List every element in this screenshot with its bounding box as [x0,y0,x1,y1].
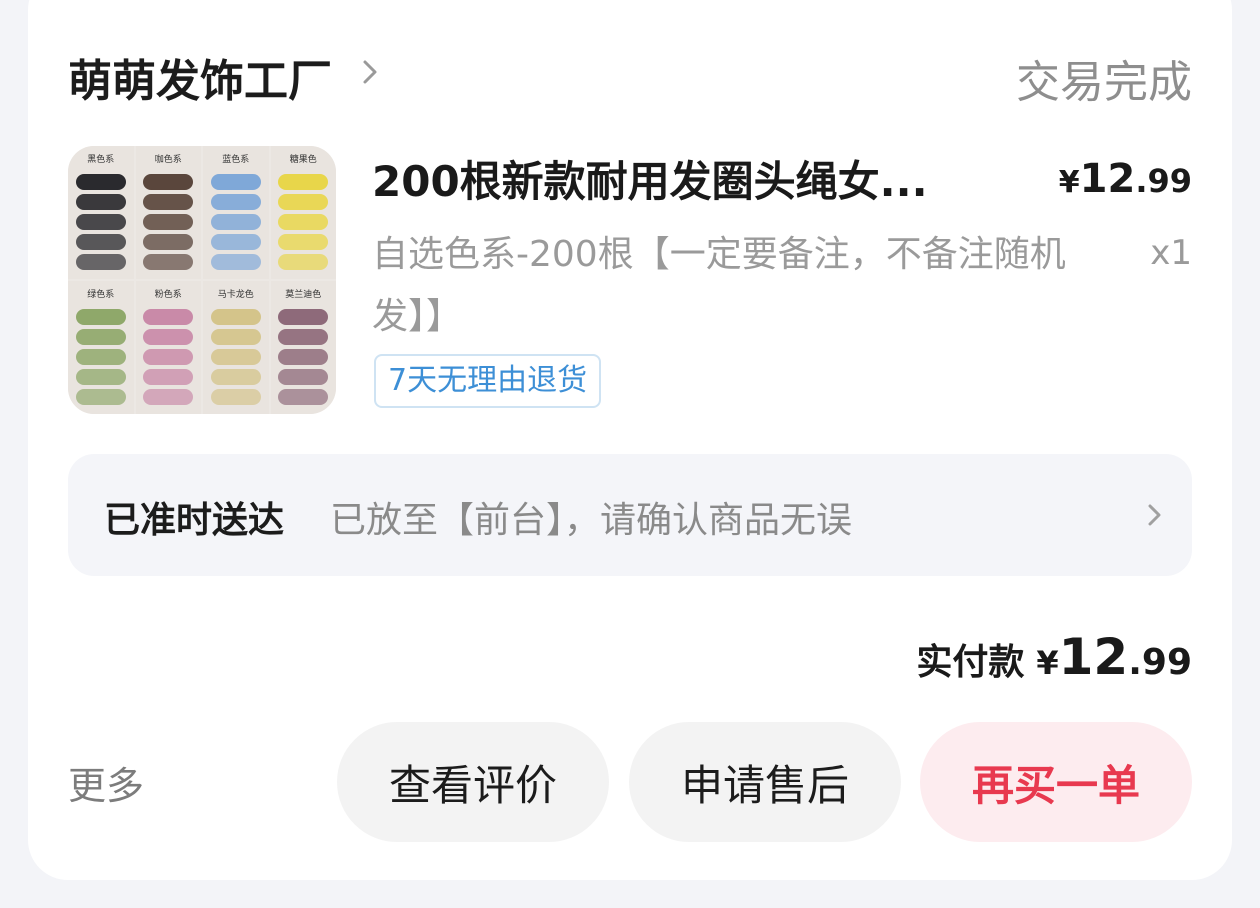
view-review-button[interactable]: 查看评价 [337,722,609,842]
hair-tie-band [278,254,329,270]
price-decimal: .99 [1135,162,1192,200]
hair-tie-band [210,369,261,385]
return-policy-tag: 7天无理由退货 [374,354,602,408]
hair-tie-band [75,174,126,190]
hair-tie-band [210,174,261,190]
rebuy-button[interactable]: 再买一单 [920,722,1192,842]
hair-tie-band [143,194,194,210]
price-currency: ¥ [1058,165,1080,200]
hair-tie-band [75,254,126,270]
order-status: 交易完成 [1016,57,1192,108]
delivery-label: 已准时送达 [104,500,285,541]
product-quantity: x1 [1150,233,1192,273]
total-integer: 12 [1058,628,1129,686]
hair-tie-band [278,329,329,345]
hair-tie-band [210,389,261,405]
thumbnail-swatch-label: 粉色系 [154,290,182,300]
hair-tie-band [210,234,261,250]
hair-tie-band [143,369,194,385]
hair-tie-band [143,214,194,230]
hair-tie-band [143,389,194,405]
product-title[interactable]: 200根新款耐用发圈头绳女... [372,148,1022,209]
hair-tie-band [75,214,126,230]
hair-tie-band [143,349,194,365]
hair-tie-band [278,349,329,365]
hair-tie-band [210,214,261,230]
chevron-right-icon[interactable] [358,52,384,92]
total-decimal: .99 [1128,642,1192,683]
hair-tie-band [278,214,329,230]
thumbnail-swatch: 咖色系 [135,146,201,279]
thumbnail-swatch: 马卡龙色 [203,281,269,414]
hair-tie-band [210,329,261,345]
product-thumbnail[interactable]: 黑色系 咖色系 蓝色系 糖果色绿色系 粉色系 马卡龙色 莫兰迪色 [68,146,336,414]
thumbnail-swatch-label: 绿色系 [87,290,115,300]
product-spec: 自选色系-200根【一定要备注，不备注随机发】】 [372,234,1066,337]
hair-tie-band [210,349,261,365]
hair-tie-band [75,234,126,250]
thumbnail-swatch-label: 糖果色 [289,155,317,165]
thumbnail-swatch-label: 蓝色系 [222,155,250,165]
hair-tie-band [75,369,126,385]
total-label: 实付款 [916,642,1025,683]
hair-tie-band [210,254,261,270]
hair-tie-band [278,194,329,210]
hair-tie-band [278,369,329,385]
hair-tie-band [278,389,329,405]
hair-tie-band [210,309,261,325]
hair-tie-band [75,194,126,210]
hair-tie-band [278,309,329,325]
hair-tie-band [278,234,329,250]
thumbnail-swatch-label: 马卡龙色 [217,290,254,300]
thumbnail-swatch-label: 莫兰迪色 [285,290,322,300]
thumbnail-swatch-label: 咖色系 [154,155,182,165]
hair-tie-band [143,234,194,250]
order-card: 萌萌发饰工厂 交易完成 黑色系 咖色系 蓝色系 糖果色绿色系 粉色系 马卡龙色 莫兰迪色 2… [28,0,1232,880]
hair-tie-band [75,389,126,405]
after-sale-button[interactable]: 申请售后 [629,722,901,842]
hair-tie-band [143,174,194,190]
total-payment: 实付款 ¥12.99 [916,628,1192,686]
hair-tie-band [75,349,126,365]
thumbnail-swatch: 糖果色 [270,146,336,279]
hair-tie-band [210,194,261,210]
chevron-right-icon [1148,504,1161,526]
thumbnail-swatch: 蓝色系 [203,146,269,279]
hair-tie-band [143,254,194,270]
shop-name[interactable]: 萌萌发饰工厂 [68,45,332,109]
hair-tie-band [143,329,194,345]
product-price: ¥12.99 [1059,156,1192,202]
total-currency: ¥ [1036,644,1059,682]
hair-tie-band [75,329,126,345]
thumbnail-swatch-label: 黑色系 [87,155,115,165]
hair-tie-band [143,309,194,325]
thumbnail-swatch: 黑色系 [68,146,134,279]
price-integer: 12 [1079,156,1136,202]
hair-tie-band [278,174,329,190]
thumbnail-swatch: 莫兰迪色 [270,281,336,414]
delivery-status-bar[interactable]: 已准时送达 已放至【前台】，请确认商品无误 [68,454,1192,576]
thumbnail-swatch: 绿色系 [68,281,134,414]
more-button[interactable]: 更多 [68,755,144,810]
delivery-text: 已放至【前台】，请确认商品无误 [330,500,853,541]
thumbnail-swatch: 粉色系 [135,281,201,414]
hair-tie-band [75,309,126,325]
